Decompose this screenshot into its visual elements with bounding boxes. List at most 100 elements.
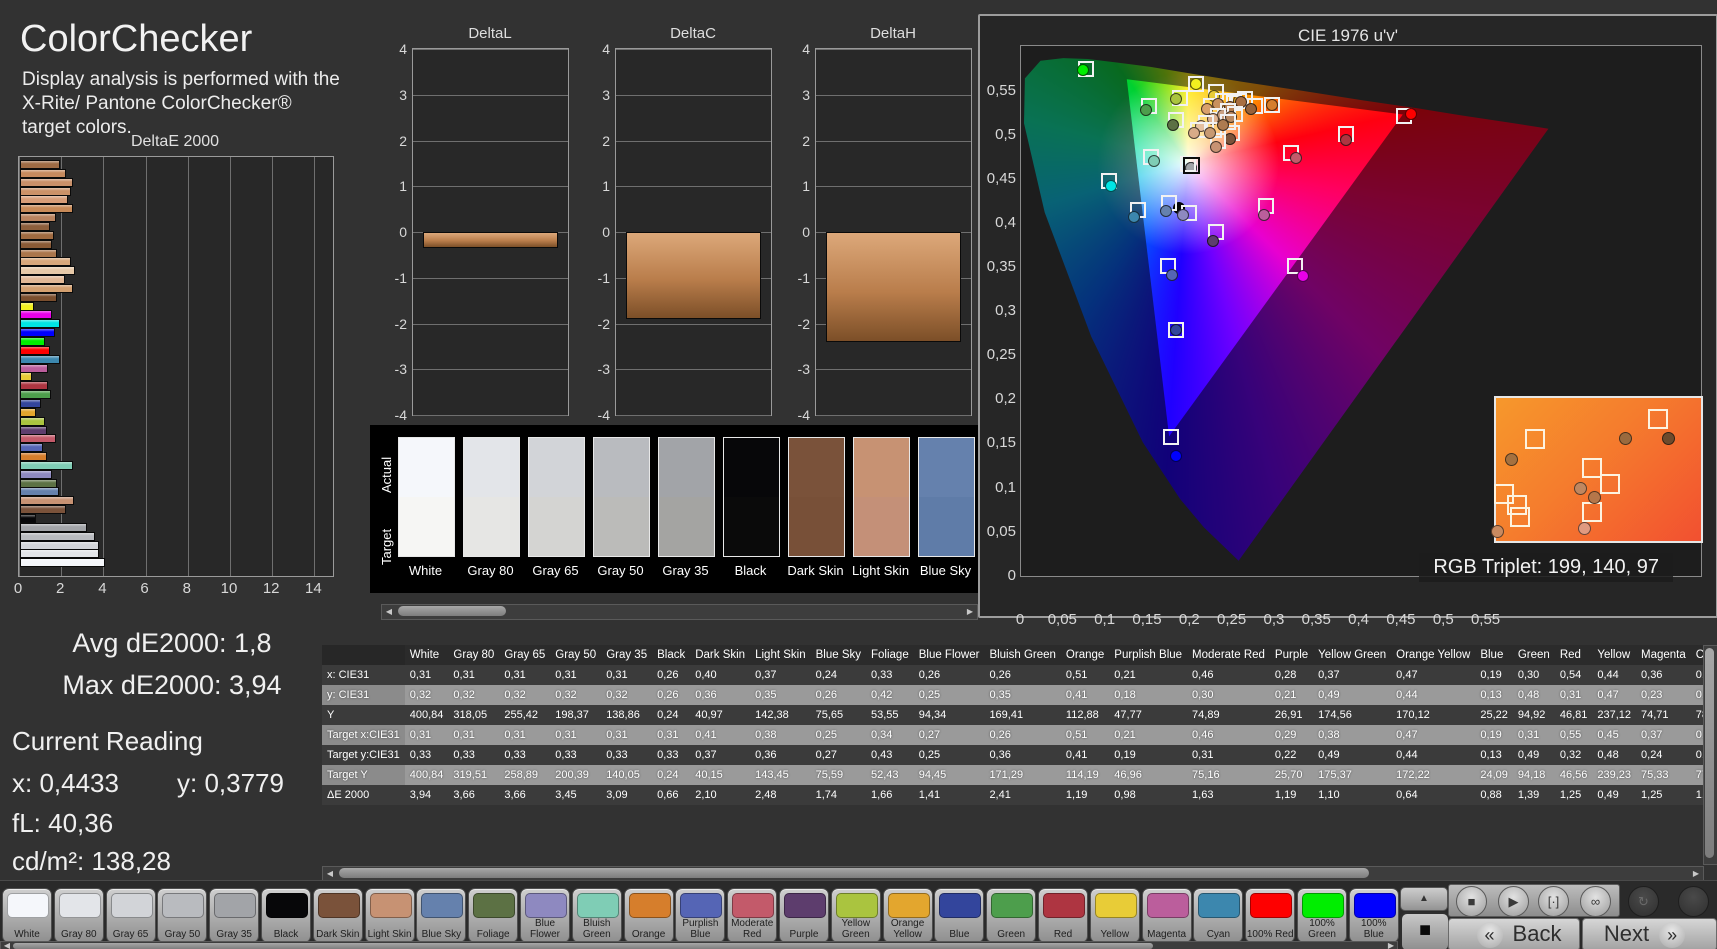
toolbar-tile-yellow[interactable]: Yellow: [1089, 888, 1140, 943]
table-cell: 0,26: [652, 685, 691, 705]
table-cell: 0,26: [652, 665, 691, 685]
table-cell: 1,19: [1269, 785, 1314, 805]
toolbar-tile-gray-65[interactable]: Gray 65: [105, 888, 156, 943]
table-cell: 0,33: [404, 745, 449, 765]
pattern-window-button[interactable]: ■: [1400, 912, 1450, 949]
table-cell: 0,13: [1475, 745, 1513, 765]
back-button[interactable]: «Back: [1448, 918, 1580, 949]
play-button[interactable]: ▶: [1498, 886, 1529, 917]
table-cell: 0,31: [601, 725, 653, 745]
table-cell: 0,51: [1060, 665, 1110, 685]
deltaL-title: DeltaL: [468, 25, 512, 42]
pattern-up-button[interactable]: ▲: [1400, 887, 1448, 911]
toolbar-tile-blue-flower[interactable]: Blue Flower: [520, 888, 570, 943]
toolbar-tile-purplish-blue[interactable]: Purplish Blue: [675, 888, 726, 943]
toolbar-tile-gray-35[interactable]: Gray 35: [209, 888, 260, 943]
de-bar: [20, 452, 48, 462]
delta-axis-tick: 4: [399, 41, 407, 57]
table-cell: 0,13: [1475, 685, 1513, 705]
tile-label: Black: [273, 928, 299, 940]
toolbar-tile-gray-80[interactable]: Gray 80: [53, 888, 104, 943]
toolbar-tile-orange-yellow[interactable]: Orange Yellow: [882, 888, 933, 943]
toolbar-tile-blue[interactable]: Blue: [934, 888, 985, 943]
table-cell: 0,32: [1554, 745, 1593, 765]
toolbar-scrollbar[interactable]: ◀ ▶: [0, 941, 1398, 949]
cie-measured-point: [1203, 127, 1216, 140]
idle-button[interactable]: [1678, 886, 1709, 917]
table-cell: 46,81: [1554, 705, 1593, 725]
zoom-target-marker: [1582, 502, 1603, 523]
toolbar-tile-foliage[interactable]: Foliage: [468, 888, 519, 943]
tile-swatch: [680, 893, 723, 918]
toolbar-tile-magenta[interactable]: Magenta: [1141, 888, 1192, 943]
single-measure-button[interactable]: [·]: [1538, 886, 1569, 917]
next-button[interactable]: Next»: [1582, 918, 1717, 949]
de-bar: [20, 195, 69, 205]
refresh-button[interactable]: ↻: [1628, 886, 1659, 917]
tile-label: 100% Green: [1308, 918, 1336, 940]
delta-axis-tick: 0: [602, 224, 610, 240]
table-cell: 0,37: [750, 665, 811, 685]
table-row-label: Target x:CIE31: [322, 725, 405, 745]
toolbar-tile-blue-sky[interactable]: Blue Sky: [416, 888, 467, 943]
toolbar-tile-white[interactable]: White: [2, 888, 52, 943]
table-cell: 0,33: [866, 665, 914, 685]
table-cell: 319,51: [448, 765, 500, 785]
swatch-blue-sky: [918, 437, 975, 557]
table-cell: 0,47: [1391, 665, 1476, 685]
table-cell: 0,36: [1636, 665, 1691, 685]
table-cell: 0,31: [499, 725, 551, 745]
toolbar-tile-gray-50[interactable]: Gray 50: [157, 888, 208, 943]
table-cell: 74,71: [1636, 705, 1691, 725]
stop-button[interactable]: ■: [1456, 886, 1487, 917]
zoom-measured-point: [1578, 522, 1592, 536]
tile-label: Blue Flower: [529, 918, 560, 940]
table-col-header: Gray 50: [550, 645, 602, 665]
table-row-label: x: CIE31: [322, 665, 405, 685]
toolbar-tile-100--red[interactable]: 100% Red: [1245, 888, 1296, 943]
swatch-label: White: [408, 563, 443, 578]
toolbar-tile-yellow-green[interactable]: Yellow Green: [830, 888, 881, 943]
toolbar-tile-red[interactable]: Red: [1038, 888, 1088, 943]
table-cell: 2,10: [690, 785, 751, 805]
table-cell: 0,32: [499, 685, 551, 705]
tile-label: Gray 65: [112, 928, 149, 940]
table-cell: 0,49: [1313, 685, 1392, 705]
delta-axis-tick: -1: [797, 269, 810, 286]
delta-axis-tick: 1: [602, 178, 610, 195]
table-cell: 3,66: [448, 785, 500, 805]
toolbar-tile-green[interactable]: Green: [986, 888, 1037, 943]
de-bar: [20, 301, 35, 311]
continuous-button[interactable]: ∞: [1580, 886, 1611, 917]
toolbar-tile-bluish-green[interactable]: Bluish Green: [571, 888, 622, 943]
toolbar-tile-orange[interactable]: Orange: [623, 888, 674, 943]
table-cell: 0,38: [1313, 725, 1392, 745]
tile-label: Gray 80: [61, 928, 97, 940]
cie-measured-point: [1104, 179, 1117, 192]
toolbar-tile-100--blue[interactable]: 100% Blue: [1348, 888, 1399, 943]
cie-x-tick: 0,1: [1094, 611, 1116, 628]
swatch-label: Dark Skin: [787, 563, 844, 578]
table-v-scrollbar[interactable]: [1703, 645, 1717, 865]
toolbar-tile-light-skin[interactable]: Light Skin: [364, 888, 415, 943]
colorchecker-screen: ColorChecker Display analysis is perform…: [0, 0, 1717, 949]
table-cell: 1,63: [1187, 785, 1270, 805]
table-cell: 0,29: [1269, 725, 1314, 745]
toolbar-tile-purple[interactable]: Purple: [779, 888, 829, 943]
cie-y-tick: 0,3: [995, 302, 1016, 320]
toolbar-tile-dark-skin[interactable]: Dark Skin: [312, 888, 363, 943]
toolbar-tile-black[interactable]: Black: [261, 888, 311, 943]
toolbar-tile-100--green[interactable]: 100% Green: [1297, 888, 1347, 943]
de2000-tick: 10: [220, 580, 238, 597]
table-cell: 200,39: [550, 765, 602, 785]
table-cell: 175,37: [1313, 765, 1392, 785]
actual-target-swatch-strip: Actual Target White Gray 80 Gray 65 Gray 50…: [370, 425, 978, 593]
toolbar-tile-moderate-red[interactable]: Moderate Red: [727, 888, 778, 943]
table-cell: 0,37: [690, 745, 751, 765]
current-x: x: 0,4433: [12, 768, 119, 798]
de-bar: [20, 177, 73, 187]
swatch-strip-scrollbar[interactable]: ◀ ▶: [381, 604, 978, 620]
toolbar-tile-cyan[interactable]: Cyan: [1193, 888, 1244, 943]
table-cell: 0,47: [1592, 685, 1637, 705]
page-subtitle: Display analysis is performed with the X…: [22, 69, 340, 138]
